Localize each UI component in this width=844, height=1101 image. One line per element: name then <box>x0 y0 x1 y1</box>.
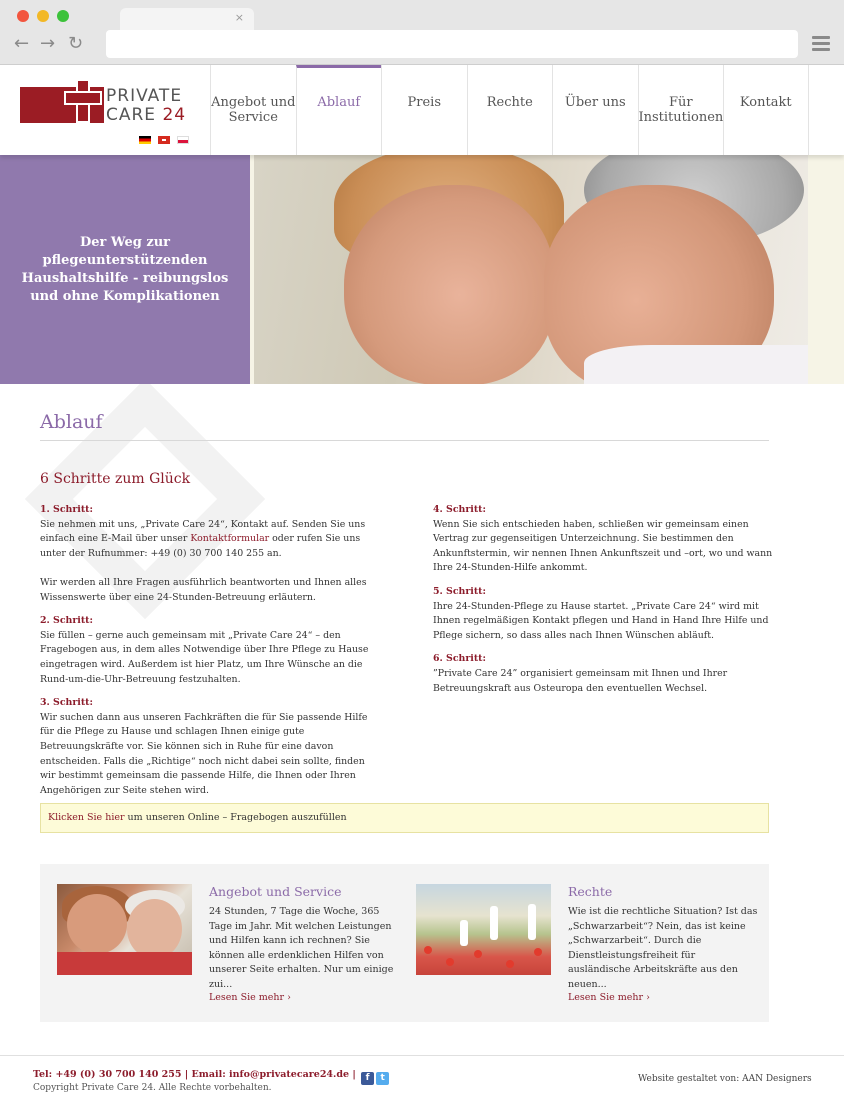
back-arrow-icon[interactable]: ← <box>14 34 29 54</box>
questionnaire-link[interactable]: Klicken Sie hier <box>48 812 125 823</box>
photo-poppy <box>474 950 482 958</box>
step-text: ”Private Care 24” organisiert gemeinsam … <box>433 667 728 694</box>
designer-credit[interactable]: Website gestaltet von: AAN Designers <box>638 1074 812 1084</box>
step-4: 4. Schritt: Wenn Sie sich entschieden ha… <box>433 503 773 576</box>
hero-banner: Der Weg zur pflegeunterstützenden Hausha… <box>0 155 844 384</box>
hamburger-menu-icon[interactable] <box>812 36 830 54</box>
logo-cross-center <box>78 93 88 103</box>
copyright-text: Copyright Private Care 24. Alle Rechte v… <box>33 1083 272 1093</box>
reload-icon[interactable]: ↻ <box>68 34 83 54</box>
teaser-photo-caregiver[interactable] <box>57 884 192 975</box>
logo-number: 24 <box>162 105 187 125</box>
nav-item-angebot[interactable]: Angebot und Service <box>210 65 296 155</box>
step-6: 6. Schritt: ”Private Care 24” organisier… <box>433 652 773 696</box>
steps-column-left: 1. Schritt: Sie nehmen mit uns, „Private… <box>40 503 380 807</box>
teaser-angebot: Angebot und Service 24 Stunden, 7 Tage d… <box>57 884 407 1014</box>
step-text: Wir werden all Ihre Fragen ausführlich b… <box>40 576 367 603</box>
teaser-text: 24 Stunden, 7 Tage die Woche, 365 Tage i… <box>209 906 394 990</box>
photo-adult-figure <box>528 904 536 940</box>
logo[interactable]: PRIVATE CARE 24 <box>20 79 190 139</box>
photo-poppy <box>506 960 514 968</box>
footer-contact-text[interactable]: Tel: +49 (0) 30 700 140 255 | Email: inf… <box>33 1069 356 1080</box>
step-heading: 4. Schritt: <box>433 504 486 515</box>
main-navigation: Angebot und Service Ablauf Preis Rechte … <box>210 65 809 155</box>
photo-caregiver-face <box>67 894 127 954</box>
german-flag-icon[interactable] <box>139 136 151 144</box>
teaser-title[interactable]: Angebot und Service <box>209 884 341 899</box>
close-window-button[interactable] <box>17 10 29 22</box>
hero-photo-couple <box>254 155 808 384</box>
step-text: Wenn Sie sich entschieden haben, schließ… <box>433 518 773 574</box>
section-subtitle: 6 Schritte zum Glück <box>40 471 191 487</box>
step-text: Ihre 24-Stunden-Pflege zu Hause startet.… <box>433 600 769 641</box>
step-2: 2. Schritt: Sie füllen – gerne auch geme… <box>40 614 380 687</box>
step-text: Sie füllen – gerne auch gemeinsam mit „P… <box>40 629 369 685</box>
maximize-window-button[interactable] <box>57 10 69 22</box>
photo-child-figure <box>460 920 468 946</box>
site-header: PRIVATE CARE 24 Angebot und Service Abla… <box>0 65 844 155</box>
teaser-section: Angebot und Service 24 Stunden, 7 Tage d… <box>40 864 769 1022</box>
steps-column-right: 4. Schritt: Wenn Sie sich entschieden ha… <box>433 503 773 705</box>
browser-chrome: × ← → ↻ <box>0 0 844 65</box>
address-bar[interactable] <box>106 30 798 58</box>
photo-man-shirt <box>584 345 808 384</box>
step-heading: 2. Schritt: <box>40 615 93 627</box>
teaser-title[interactable]: Rechte <box>568 884 612 899</box>
nav-item-ablauf[interactable]: Ablauf <box>295 65 381 155</box>
tab-close-icon[interactable]: × <box>235 11 244 24</box>
questionnaire-notice: Klicken Sie hier um unseren Online – Fra… <box>40 803 769 833</box>
step-heading: 3. Schritt: <box>40 697 93 709</box>
photo-adult-figure <box>490 906 498 940</box>
logo-text-private: PRIVATE <box>106 86 183 106</box>
footer-divider <box>0 1055 844 1056</box>
photo-poppy <box>446 958 454 966</box>
step-5: 5. Schritt: Ihre 24-Stunden-Pflege zu Ha… <box>433 585 773 643</box>
swiss-flag-icon[interactable] <box>158 136 171 144</box>
kontaktformular-link[interactable]: Kontaktformular <box>190 533 269 544</box>
forward-arrow-icon[interactable]: → <box>40 34 55 54</box>
step-text: Sie nehmen mit uns, „Private Care 24“, K… <box>40 518 380 562</box>
step-heading: 1. Schritt: <box>40 504 93 515</box>
logo-text-care: CARE 24 <box>106 105 186 125</box>
minimize-window-button[interactable] <box>37 10 49 22</box>
photo-poppy <box>424 946 432 954</box>
teaser-text: Wie ist die rechtliche Situation? Ist da… <box>568 906 758 990</box>
step-heading: 6. Schritt: <box>433 653 486 665</box>
twitter-icon[interactable]: t <box>376 1072 390 1085</box>
nav-item-ueber-uns[interactable]: Über uns <box>552 65 638 155</box>
title-divider <box>40 440 769 441</box>
polish-flag-icon[interactable] <box>177 136 190 144</box>
nav-item-kontakt[interactable]: Kontakt <box>723 65 809 155</box>
logo-word-care: CARE <box>106 105 157 125</box>
read-more-link[interactable]: Lesen Sie mehr › <box>568 992 650 1003</box>
hero-title: Der Weg zur pflegeunterstützenden Hausha… <box>21 234 229 304</box>
hero-text-panel: Der Weg zur pflegeunterstützenden Hausha… <box>0 155 250 384</box>
nav-item-institutionen[interactable]: Für Institutionen <box>637 65 723 155</box>
step-heading: 5. Schritt: <box>433 585 486 597</box>
step-text: Wir suchen dann aus unseren Fachkräften … <box>40 711 368 796</box>
page-title: Ablauf <box>40 411 103 433</box>
step-1: 1. Schritt: Sie nehmen mit uns, „Private… <box>40 503 380 605</box>
teaser-photo-family-field[interactable] <box>416 884 551 975</box>
photo-senior-face <box>127 899 182 959</box>
facebook-icon[interactable]: f <box>361 1072 375 1085</box>
nav-item-rechte[interactable]: Rechte <box>466 65 553 155</box>
notice-text: um unseren Online – Fragebogen auszufüll… <box>124 812 347 823</box>
browser-tab[interactable]: × <box>120 8 254 30</box>
step-3: 3. Schritt: Wir suchen dann aus unseren … <box>40 696 380 798</box>
teaser-rechte: Rechte Wie ist die rechtliche Situation?… <box>416 884 766 1014</box>
photo-woman-face <box>344 185 554 384</box>
photo-shirt <box>57 952 192 975</box>
language-switcher <box>139 136 191 155</box>
read-more-link[interactable]: Lesen Sie mehr › <box>209 992 291 1003</box>
nav-item-preis[interactable]: Preis <box>381 65 467 155</box>
photo-poppy <box>534 948 542 956</box>
